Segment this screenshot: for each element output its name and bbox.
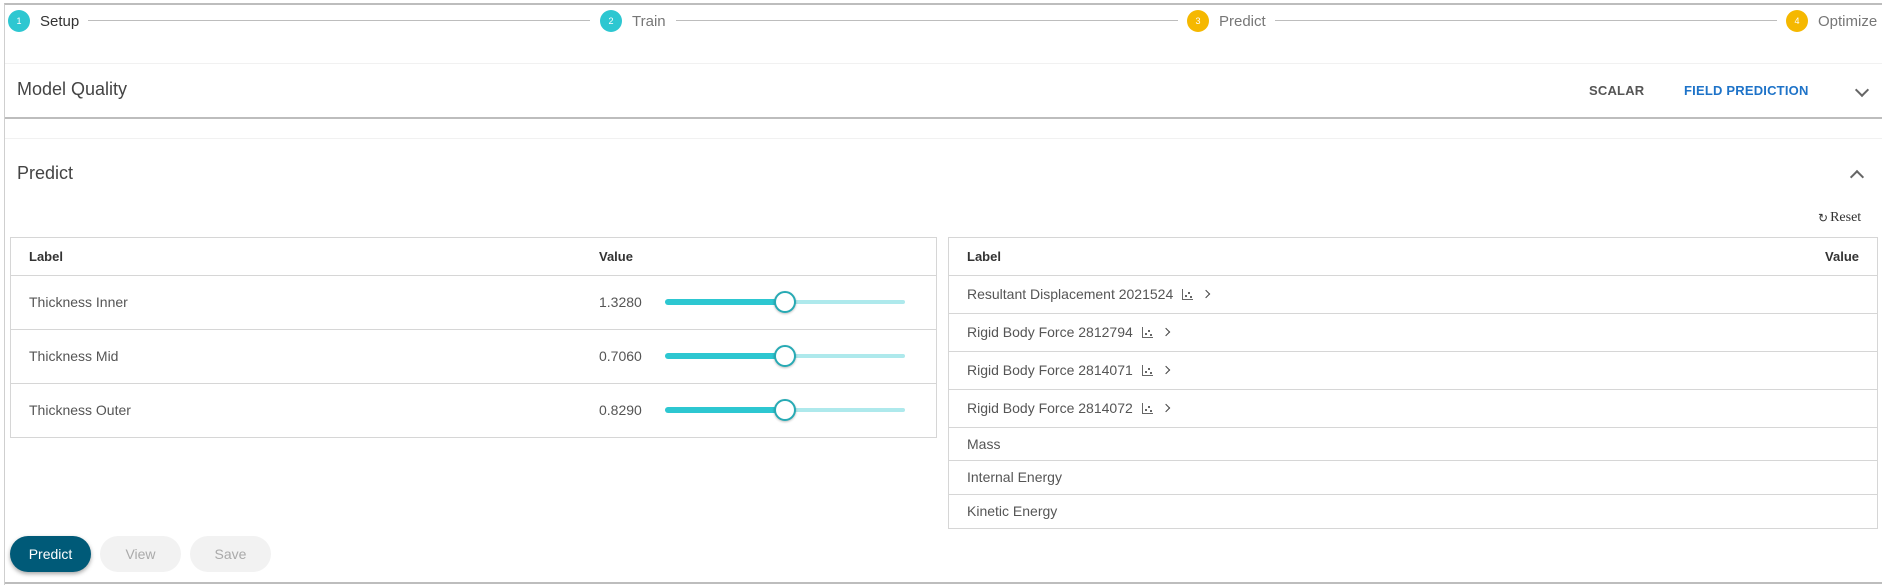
column-header-label: Label [949, 238, 1681, 276]
reset-button[interactable]: ↻ Reset [1818, 210, 1861, 226]
step-label: Setup [40, 12, 80, 30]
row-label: Rigid Body Force 2814072 [967, 400, 1133, 416]
step-optimize[interactable]: 4 Optimize [1786, 10, 1878, 32]
reset-icon: ↻ [1818, 210, 1829, 225]
chevron-right-icon[interactable] [1161, 403, 1171, 413]
scatter-plot-icon[interactable] [1141, 402, 1153, 414]
section-title: Predict [17, 163, 74, 183]
step-connector [88, 20, 590, 21]
scatter-plot-icon[interactable] [1141, 364, 1153, 376]
thickness-mid-slider[interactable] [665, 345, 905, 367]
step-label: Train [632, 12, 666, 30]
table-row: Internal Energy [949, 460, 1877, 495]
thickness-outer-slider[interactable] [665, 399, 905, 422]
table-row: Thickness Mid 0.7060 [11, 329, 936, 384]
row-value: 0.7060 [599, 348, 642, 364]
column-header-label: Label [11, 238, 581, 276]
scatter-plot-icon[interactable] [1182, 288, 1194, 300]
chevron-right-icon[interactable] [1202, 289, 1211, 299]
table-row[interactable]: Rigid Body Force 2814071 [949, 351, 1877, 390]
table-row: Kinetic Energy [949, 494, 1877, 528]
step-train[interactable]: 2 Train [600, 10, 666, 32]
row-label: Resultant Displacement 2021524 [967, 286, 1174, 302]
step-number-badge: 1 [8, 10, 30, 32]
step-predict[interactable]: 3 Predict [1187, 10, 1266, 32]
row-value [1680, 427, 1877, 461]
row-label: Mass [949, 427, 1681, 461]
row-value [1680, 313, 1877, 352]
table-row: Thickness Inner 1.3280 [11, 275, 936, 330]
column-header-value: Value [1680, 238, 1877, 276]
row-label: Internal Energy [949, 460, 1681, 495]
section-title: Model Quality [17, 79, 128, 99]
row-label: Thickness Outer [29, 402, 131, 419]
step-number-badge: 3 [1187, 10, 1209, 32]
step-label: Predict [1219, 12, 1266, 30]
chevron-down-icon[interactable] [1854, 82, 1870, 98]
predict-button[interactable]: Predict [10, 536, 91, 572]
step-label: Optimize [1818, 12, 1878, 30]
view-button[interactable]: View [100, 536, 181, 572]
row-value [1680, 275, 1877, 314]
slider-track [665, 353, 785, 359]
slider-thumb[interactable] [774, 399, 796, 422]
row-label: Thickness Mid [11, 329, 581, 384]
slider-thumb[interactable] [774, 345, 796, 367]
table-row[interactable]: Resultant Displacement 2021524 [949, 275, 1877, 314]
model-quality-header[interactable]: Model Quality SCALAR FIELD PREDICTION [5, 64, 1882, 119]
slider-thumb[interactable] [774, 291, 796, 313]
tab-field-prediction[interactable]: FIELD PREDICTION [1684, 83, 1809, 98]
row-value [1680, 351, 1877, 390]
row-value: 1.3280 [599, 294, 642, 310]
reset-label: Reset [1830, 210, 1862, 225]
table-row[interactable]: Rigid Body Force 2812794 [949, 313, 1877, 352]
save-button[interactable]: Save [190, 536, 271, 572]
row-label: Rigid Body Force 2812794 [967, 324, 1133, 340]
step-number-badge: 2 [600, 10, 622, 32]
scatter-plot-icon[interactable] [1141, 326, 1153, 338]
slider-track [665, 407, 785, 414]
step-connector [676, 20, 1178, 21]
row-label: Thickness Inner [11, 275, 581, 330]
row-value [1680, 389, 1877, 428]
tab-scalar[interactable]: SCALAR [1589, 83, 1644, 98]
row-value: 0.8290 [599, 402, 642, 419]
row-value [1680, 460, 1877, 495]
step-setup[interactable]: 1 Setup [8, 10, 80, 32]
table-row: Mass [949, 427, 1877, 461]
column-header-value: Value [581, 238, 936, 276]
slider-track [665, 299, 785, 305]
workflow-stepper: 1 Setup 2 Train 3 Predict 4 Optimize [0, 0, 1882, 40]
table-row: Thickness Outer 0.8290 [11, 383, 936, 437]
row-value [1680, 494, 1877, 528]
outputs-table: Label Value Resultant Displacement 20215… [948, 237, 1878, 529]
divider [5, 138, 1882, 139]
inputs-table: Label Value Thickness Inner 1.3280 Thick… [10, 237, 937, 438]
chevron-right-icon[interactable] [1161, 365, 1171, 375]
row-label: Rigid Body Force 2814071 [967, 362, 1133, 378]
divider [5, 582, 1882, 584]
step-connector [1275, 20, 1777, 21]
thickness-inner-slider[interactable] [665, 291, 905, 313]
chevron-right-icon[interactable] [1161, 327, 1171, 337]
row-label: Kinetic Energy [967, 503, 1058, 519]
table-row[interactable]: Rigid Body Force 2814072 [949, 389, 1877, 428]
step-number-badge: 4 [1786, 10, 1808, 32]
